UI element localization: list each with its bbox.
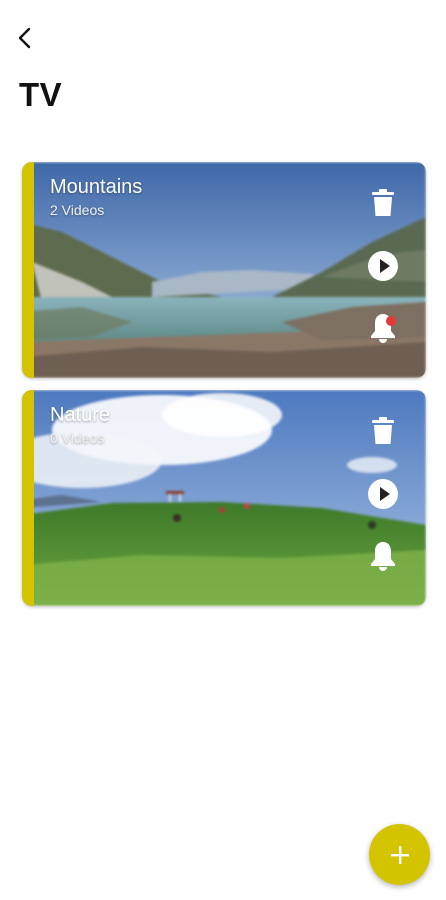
add-playlist-button[interactable] xyxy=(369,824,430,885)
plus-icon xyxy=(390,845,409,864)
notification-button[interactable] xyxy=(366,311,400,345)
playlist-card-mountains[interactable]: Mountains 2 Videos xyxy=(22,162,426,378)
card-accent-bar xyxy=(22,390,34,606)
delete-button[interactable] xyxy=(366,414,400,448)
playlist-card-nature[interactable]: Nature 0 Videos xyxy=(22,390,426,606)
play-button[interactable] xyxy=(366,249,400,283)
back-button[interactable] xyxy=(10,22,40,54)
card-accent-bar xyxy=(22,162,34,378)
playlist-title: Mountains xyxy=(50,176,143,198)
bell-icon xyxy=(371,542,395,571)
delete-button[interactable] xyxy=(366,186,400,220)
notification-button[interactable] xyxy=(366,539,400,573)
playlist-video-count: 0 Videos xyxy=(50,430,105,446)
play-circle-icon xyxy=(368,251,398,281)
play-button[interactable] xyxy=(366,477,400,511)
notification-dot xyxy=(386,316,396,326)
playlist-video-count: 2 Videos xyxy=(50,202,105,218)
play-circle-icon xyxy=(368,479,398,509)
trash-icon xyxy=(372,189,394,216)
trash-icon xyxy=(372,417,394,444)
chevron-left-icon xyxy=(18,27,31,49)
page-title: TV xyxy=(19,76,63,113)
playlist-title: Nature xyxy=(50,404,111,426)
